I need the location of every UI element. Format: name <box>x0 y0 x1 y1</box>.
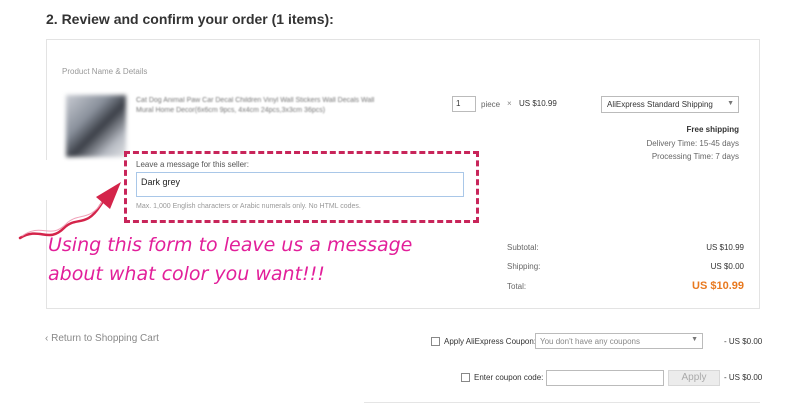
coupon-select[interactable]: You don't have any coupons ▼ <box>535 333 703 349</box>
coupon-code-checkbox[interactable] <box>461 373 470 382</box>
total-value: US $10.99 <box>692 280 744 292</box>
shipping-cost-label: Shipping: <box>507 262 541 271</box>
subtotal-label: Subtotal: <box>507 243 539 252</box>
coupon-checkbox[interactable] <box>431 337 440 346</box>
annotation-callout: Using this form to leave us a message ab… <box>48 231 412 289</box>
coupon-select-value: You don't have any coupons <box>540 337 640 346</box>
coupon-discount: - US $0.00 <box>724 337 763 346</box>
subtotal-value: US $10.99 <box>706 243 744 252</box>
total-label: Total: <box>507 282 527 291</box>
coupon-code-label: Enter coupon code: <box>474 373 544 382</box>
coupon-label: Apply AliExpress Coupon: <box>444 337 537 346</box>
callout-line-1: Using this form to leave us a message <box>48 234 413 256</box>
callout-line-2: about what color you want!!! <box>48 263 325 285</box>
chevron-down-icon: ▼ <box>691 336 698 343</box>
coupon-code-input[interactable] <box>546 370 664 386</box>
coupon-code-discount: - US $0.00 <box>724 373 763 382</box>
return-to-cart-link[interactable]: ‹ Return to Shopping Cart <box>45 333 159 344</box>
divider <box>364 402 760 403</box>
apply-coupon-button[interactable]: Apply <box>668 370 720 386</box>
shipping-cost-value: US $0.00 <box>710 262 744 271</box>
